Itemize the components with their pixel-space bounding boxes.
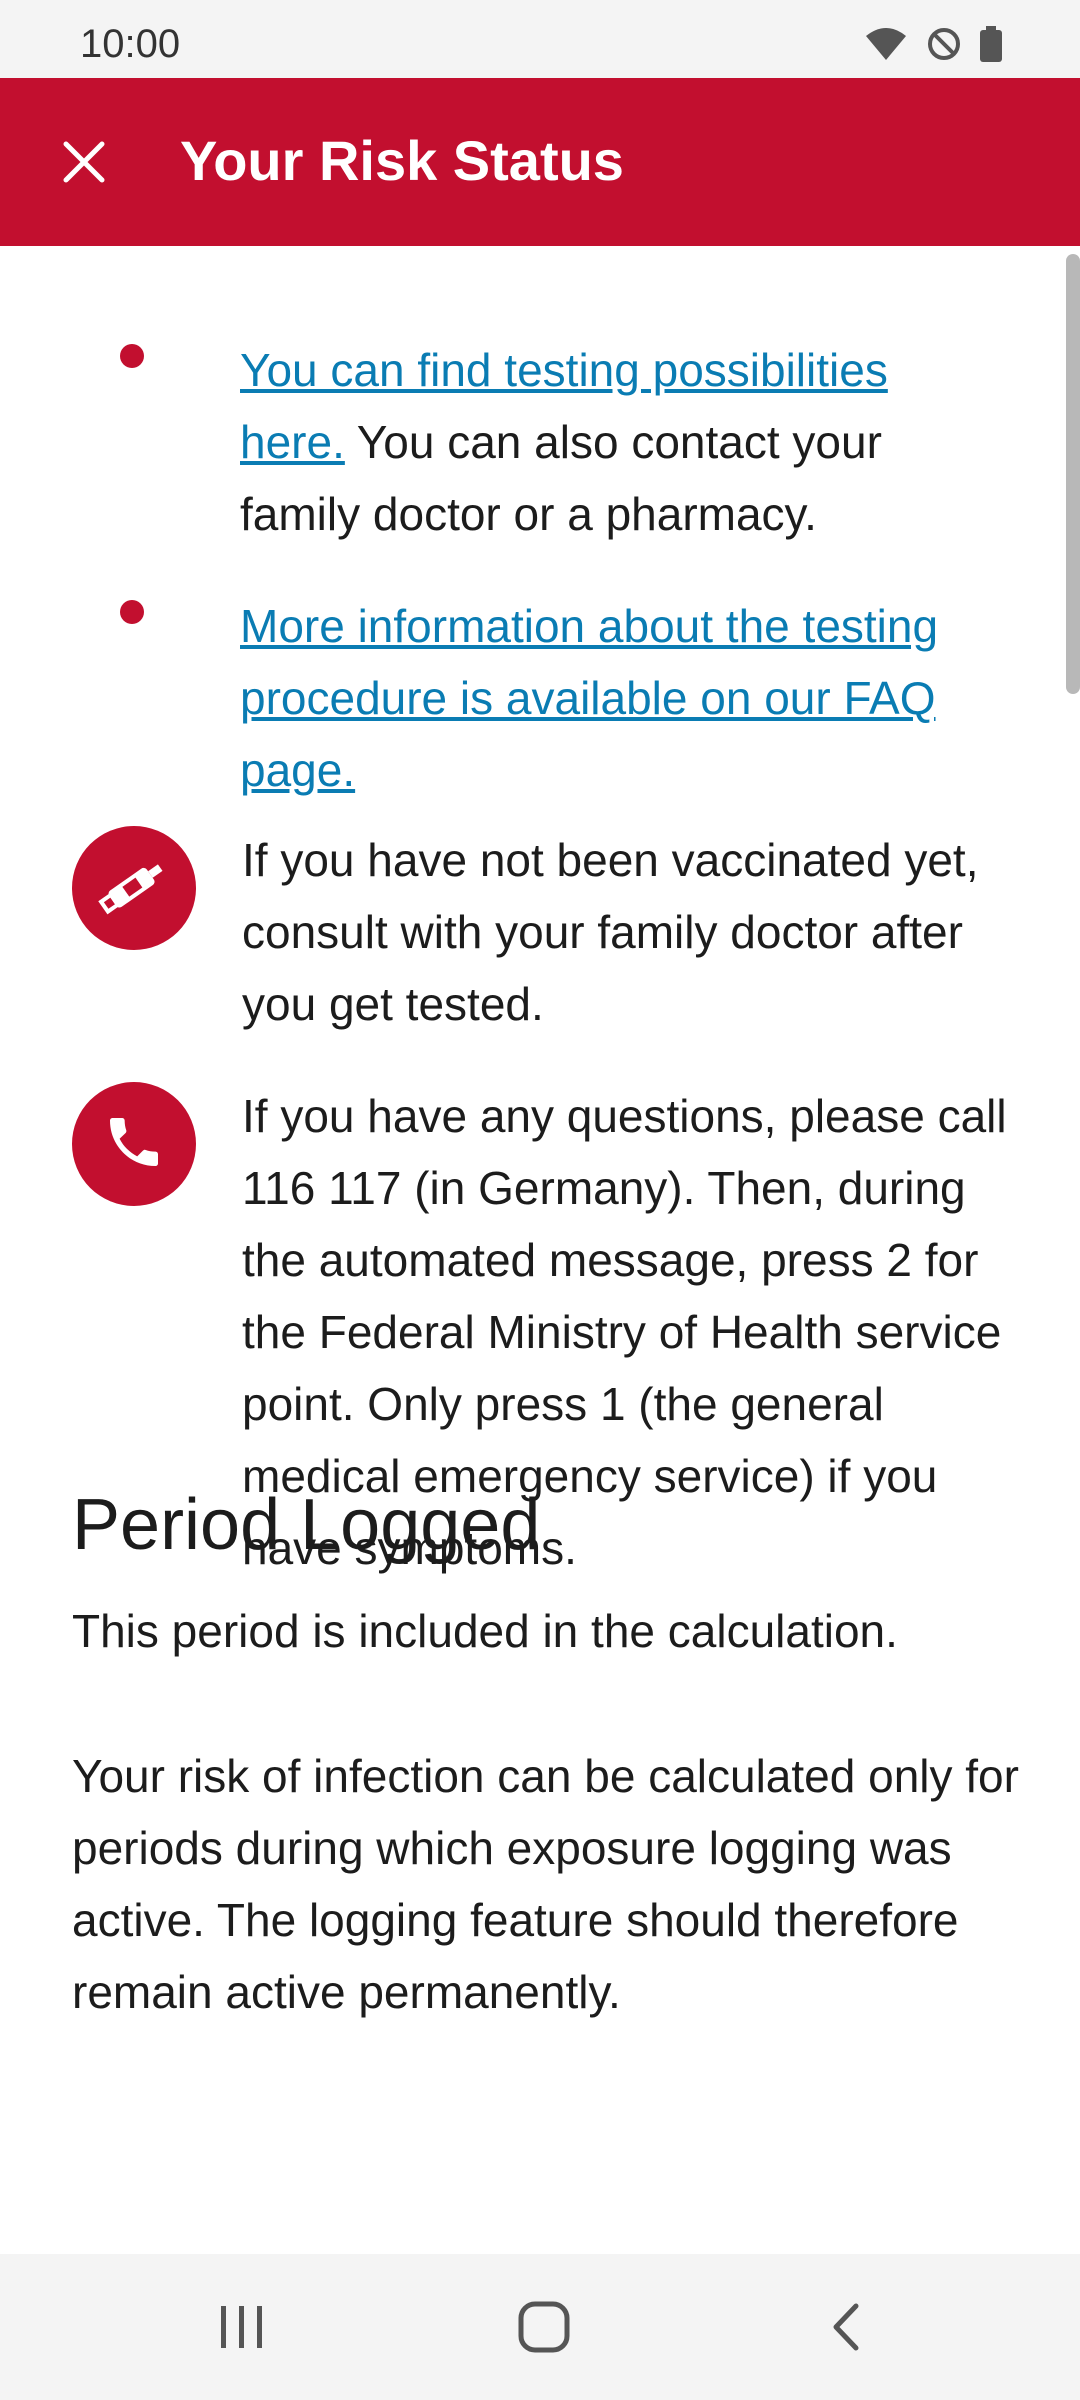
close-button[interactable] xyxy=(52,132,116,196)
status-icons xyxy=(864,26,1002,67)
home-icon xyxy=(518,2301,570,2358)
status-bar: 10:00 xyxy=(0,0,1080,78)
vaccine-syringe-icon xyxy=(94,846,174,931)
battery-icon xyxy=(980,26,1002,67)
bullet-dot xyxy=(120,344,144,368)
risk-status-content[interactable]: You can find testing possibilities here.… xyxy=(0,246,1080,2254)
page-title: Your Risk Status xyxy=(180,129,624,192)
status-time: 10:00 xyxy=(80,22,181,66)
back-button[interactable] xyxy=(806,2294,886,2364)
testing-possibilities-text: You can find testing possibilities here.… xyxy=(240,334,1000,550)
phone-icon xyxy=(102,1110,166,1179)
recent-apps-icon xyxy=(217,2304,267,2355)
period-logged-subtitle: This period is included in the calculati… xyxy=(72,1605,898,1657)
back-icon xyxy=(828,2302,864,2357)
bullet-dot xyxy=(120,600,144,624)
do-not-disturb-icon xyxy=(926,26,962,67)
vaccine-icon-badge xyxy=(72,826,196,950)
period-logged-title: Period Logged xyxy=(72,1485,541,1565)
recent-apps-button[interactable] xyxy=(202,2294,282,2364)
period-logged-body: Your risk of infection can be calculated… xyxy=(72,1750,1019,2018)
home-button[interactable] xyxy=(504,2294,584,2364)
faq-link[interactable]: More information about the testing proce… xyxy=(240,600,938,796)
phone-icon-badge xyxy=(72,1082,196,1206)
close-icon xyxy=(60,138,108,191)
app-bar: Your Risk Status xyxy=(0,78,1080,246)
wifi-icon xyxy=(864,26,908,67)
vaccination-advice-text: If you have not been vaccinated yet, con… xyxy=(242,834,979,1030)
system-nav-bar xyxy=(0,2254,1080,2400)
faq-text: More information about the testing proce… xyxy=(240,590,1000,806)
scrollbar[interactable] xyxy=(1066,254,1080,694)
